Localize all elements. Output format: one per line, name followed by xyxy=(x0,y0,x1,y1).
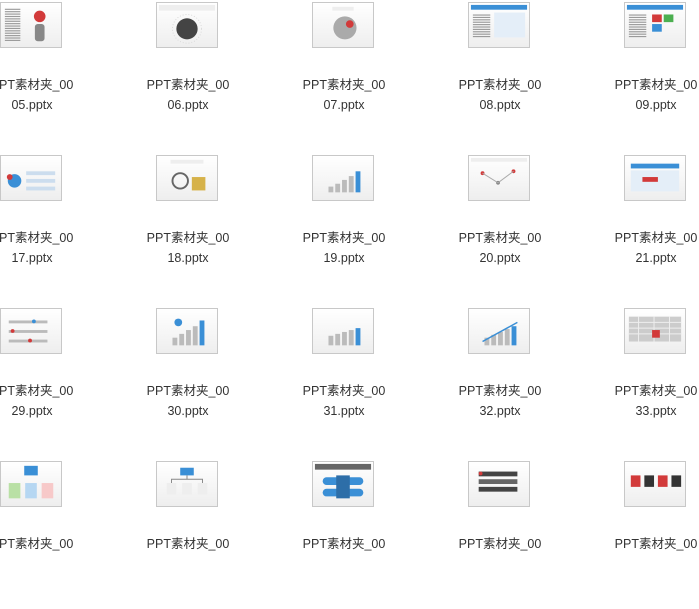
file-name: PPT素材夹_00 30.pptx xyxy=(146,384,230,418)
file-name: PPT素材夹_00 xyxy=(0,537,74,551)
slide-thumbnail-icon xyxy=(312,308,374,354)
file-item[interactable]: PPT素材夹_00 32.pptx xyxy=(425,306,575,456)
file-item[interactable]: PPT素材夹_00 xyxy=(113,459,263,609)
slide-thumbnail-icon xyxy=(0,2,62,48)
file-name: PPT素材夹_00 08.pptx xyxy=(458,78,542,112)
file-name: PPT素材夹_00 xyxy=(302,537,386,551)
file-name: PPT素材夹_00 33.pptx xyxy=(614,384,698,418)
slide-thumbnail-icon xyxy=(312,461,374,507)
file-name: PPT素材夹_00 31.pptx xyxy=(302,384,386,418)
file-name: PPT素材夹_00 09.pptx xyxy=(614,78,698,112)
file-name: PPT素材夹_00 xyxy=(146,537,230,551)
file-item[interactable]: PPT素材夹_00 07.pptx xyxy=(269,0,419,150)
file-item[interactable]: PPT素材夹_00 xyxy=(0,459,107,609)
slide-thumbnail-icon xyxy=(468,461,530,507)
slide-thumbnail-icon xyxy=(312,155,374,201)
file-name: PPT素材夹_00 29.pptx xyxy=(0,384,74,418)
file-name: PPT素材夹_00 06.pptx xyxy=(146,78,230,112)
file-name: PPT素材夹_00 21.pptx xyxy=(614,231,698,265)
file-name: PPT素材夹_00 xyxy=(614,537,698,551)
slide-thumbnail-icon xyxy=(312,2,374,48)
file-item[interactable]: PPT素材夹_00 18.pptx xyxy=(113,153,263,303)
file-item[interactable]: PPT素材夹_00 05.pptx xyxy=(0,0,107,150)
file-item[interactable]: PPT素材夹_00 33.pptx xyxy=(581,306,699,456)
file-item[interactable]: PPT素材夹_00 19.pptx xyxy=(269,153,419,303)
file-name: PPT素材夹_00 xyxy=(458,537,542,551)
file-item[interactable]: PPT素材夹_00 21.pptx xyxy=(581,153,699,303)
file-name: PPT素材夹_00 19.pptx xyxy=(302,231,386,265)
file-item[interactable]: PPT素材夹_00 29.pptx xyxy=(0,306,107,456)
slide-thumbnail-icon xyxy=(624,2,686,48)
slide-thumbnail-icon xyxy=(0,461,62,507)
file-name: PPT素材夹_00 32.pptx xyxy=(458,384,542,418)
file-item[interactable]: PPT素材夹_00 xyxy=(581,459,699,609)
file-item[interactable]: PPT素材夹_00 xyxy=(425,459,575,609)
file-item[interactable]: PPT素材夹_00 xyxy=(269,459,419,609)
file-item[interactable]: PPT素材夹_00 30.pptx xyxy=(113,306,263,456)
slide-thumbnail-icon xyxy=(156,461,218,507)
file-grid: PPT素材夹_00 05.pptx PPT素材夹_00 06.pptx PPT素材夹… xyxy=(0,0,699,556)
file-item[interactable]: PPT素材夹_00 31.pptx xyxy=(269,306,419,456)
file-item[interactable]: PPT素材夹_00 08.pptx xyxy=(425,0,575,150)
file-item[interactable]: PPT素材夹_00 09.pptx xyxy=(581,0,699,150)
slide-thumbnail-icon xyxy=(468,308,530,354)
file-name: PPT素材夹_00 18.pptx xyxy=(146,231,230,265)
file-name: PPT素材夹_00 05.pptx xyxy=(0,78,74,112)
slide-thumbnail-icon xyxy=(156,155,218,201)
slide-thumbnail-icon xyxy=(156,308,218,354)
slide-thumbnail-icon xyxy=(0,155,62,201)
file-name: PPT素材夹_00 17.pptx xyxy=(0,231,74,265)
file-name: PPT素材夹_00 20.pptx xyxy=(458,231,542,265)
file-name: PPT素材夹_00 07.pptx xyxy=(302,78,386,112)
slide-thumbnail-icon xyxy=(468,2,530,48)
slide-thumbnail-icon xyxy=(156,2,218,48)
slide-thumbnail-icon xyxy=(0,308,62,354)
slide-thumbnail-icon xyxy=(624,308,686,354)
file-item[interactable]: PPT素材夹_00 17.pptx xyxy=(0,153,107,303)
slide-thumbnail-icon xyxy=(624,461,686,507)
slide-thumbnail-icon xyxy=(624,155,686,201)
slide-thumbnail-icon xyxy=(468,155,530,201)
file-item[interactable]: PPT素材夹_00 06.pptx xyxy=(113,0,263,150)
file-item[interactable]: PPT素材夹_00 20.pptx xyxy=(425,153,575,303)
